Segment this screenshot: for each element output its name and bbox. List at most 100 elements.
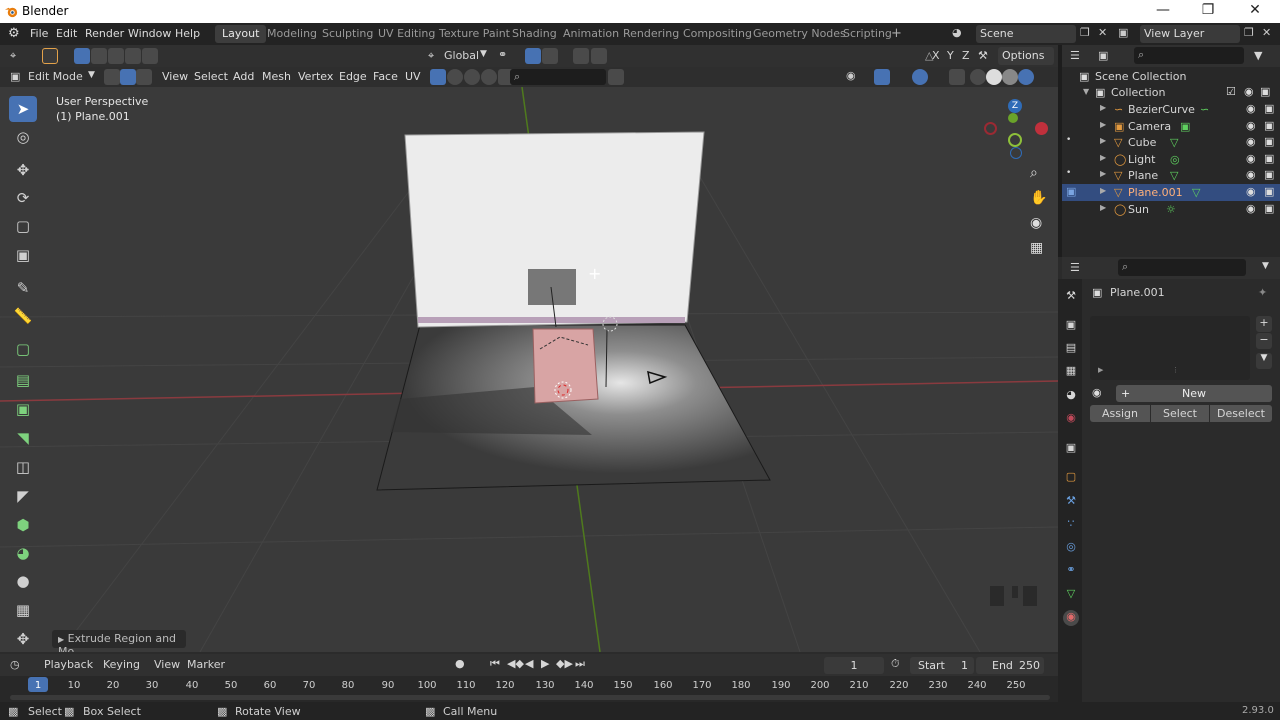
scene-field[interactable]: Scene [976,25,1076,43]
menu-view[interactable]: View [162,70,188,83]
select-tool-icon[interactable] [42,48,58,64]
proportional-edit-icon[interactable] [573,48,589,64]
next-keyframe-icon[interactable]: ◆▶ [556,657,573,670]
extrude-tool-icon[interactable]: ▤ [9,367,37,393]
cursor-tool-icon[interactable]: ◎ [9,124,37,150]
gizmo-z-axis[interactable]: Z [1008,99,1022,113]
outliner-row[interactable]: ▶ ◯ Sun ☼ ◉ ▣ [1062,201,1280,218]
xray-toggle-icon[interactable] [949,69,965,85]
tool-tab-icon[interactable]: ⚒ [1063,289,1079,305]
menu-playback[interactable]: Playback [44,658,93,671]
render-camera-icon[interactable]: ▣ [1264,152,1274,165]
outliner-search-input[interactable]: ⌕ [1134,47,1244,64]
eye-icon[interactable]: ◉ [1246,168,1256,181]
expand-icon[interactable]: ▶ [1100,120,1106,129]
expand-icon[interactable]: ▶ [1100,103,1106,112]
chevron-down-icon[interactable]: ▼ [1256,353,1272,369]
mirror-z-toggle[interactable]: Z [962,49,970,62]
play-icon[interactable]: ▶ [541,657,549,670]
snap-icon[interactable] [525,48,541,64]
remove-slot-button[interactable]: − [1256,333,1272,349]
pivot-point-icon[interactable]: ⚭ [498,48,507,61]
menu-timeline-view[interactable]: View [154,658,180,671]
blender-menu-icon[interactable]: ⚙ [8,26,20,41]
new-material-button[interactable]: + New [1116,385,1272,402]
material-slot-list[interactable]: ▶ ⋮ [1090,316,1250,380]
annotate-tool-icon[interactable]: ✎ [9,275,37,301]
jump-end-icon[interactable]: ⏭ [575,657,585,671]
tab-shading[interactable]: Shading [505,25,564,43]
poly-build-tool-icon[interactable]: ⬢ [9,512,37,538]
add-workspace-button[interactable]: + [891,26,902,41]
uv-sync-icon[interactable] [430,69,446,85]
end-frame-field[interactable]: End 250 [976,657,1044,674]
proportional-falloff-icon[interactable] [591,48,607,64]
menu-select[interactable]: Select [194,70,228,83]
object-tab-icon[interactable]: ▢ [1063,470,1079,486]
scene-copy-icon[interactable]: ❐ [1080,26,1090,39]
start-frame-field[interactable]: Start 1 [910,657,974,674]
menu-file[interactable]: File [30,27,48,40]
deselect-button[interactable]: Deselect [1210,405,1272,422]
transform-orientation-dropdown[interactable]: Global [444,49,479,62]
expand-icon[interactable]: ▶ [1100,153,1106,162]
outliner-editor-type-icon[interactable]: ☰ [1070,49,1080,62]
data-tab-icon[interactable]: ▽ [1063,587,1079,603]
bevel-tool-icon[interactable]: ◥ [9,425,37,451]
menu-render[interactable]: Render [85,27,124,40]
view-layer-icon[interactable]: ▣ [1118,26,1128,39]
expand-icon[interactable]: ▶ [1100,169,1106,178]
close-icon[interactable]: ✕ [1242,2,1268,20]
render-camera-icon[interactable]: ▣ [1264,185,1274,198]
stopwatch-icon[interactable]: ⏱ [891,657,900,671]
collection-checkbox-icon[interactable]: ☑ [1226,85,1236,98]
render-camera-icon[interactable]: ▣ [1260,85,1270,98]
move-tool-icon[interactable]: ✥ [9,157,37,183]
list-resize-handle-icon[interactable]: ⋮ [1172,366,1179,374]
jump-start-icon[interactable]: ⏮ [490,657,500,671]
view-layer-field[interactable]: View Layer [1140,25,1240,43]
navigation-gizmo[interactable]: Z [980,97,1048,163]
pan-hand-icon[interactable]: ✋ [1030,190,1047,206]
world-icon[interactable] [464,69,480,85]
render-camera-icon[interactable]: ▣ [1264,119,1274,132]
gizmo-y-axis[interactable] [1008,113,1018,123]
eye-icon[interactable]: ◉ [1244,85,1254,98]
rendered-shading-icon[interactable] [1018,69,1034,85]
eye-icon[interactable]: ◉ [1246,102,1256,115]
view-layer-tab-icon[interactable]: ▦ [1063,364,1079,380]
mirror-x-toggle[interactable]: X [932,49,940,62]
mode-dropdown[interactable]: Edit Mode [28,70,83,83]
visibility-icon[interactable]: ◉ [846,69,856,82]
overlay-toggle-icon[interactable] [912,69,928,85]
gizmo-neg-y-axis[interactable] [1008,133,1022,147]
record-icon[interactable]: ● [455,657,465,670]
render-camera-icon[interactable]: ▣ [1264,168,1274,181]
menu-edge[interactable]: Edge [339,70,367,83]
spin-tool-icon[interactable]: ◕ [9,540,37,566]
outliner-row[interactable]: ▶ ▣ Camera ▣ ◉ ▣ [1062,118,1280,135]
select-mode-extend-icon[interactable] [91,48,107,64]
render-camera-icon[interactable]: ▣ [1264,202,1274,215]
menu-keying[interactable]: Keying [103,658,140,671]
gizmo-neg-z-axis[interactable] [1010,147,1022,159]
expand-icon[interactable]: ▶ [1100,203,1106,212]
solid-shading-icon[interactable] [986,69,1002,85]
camera-view-icon[interactable]: ◉ [1030,215,1042,231]
3d-viewport[interactable]: + User Perspective (1) Plane.001 Z ⌕ ✋ ◉… [0,87,1058,652]
smooth-tool-icon[interactable]: ● [9,568,37,594]
world-tab-icon[interactable]: ◉ [1063,411,1079,427]
render-camera-icon[interactable]: ▣ [1264,102,1274,115]
tab-layout[interactable]: Layout [215,25,267,43]
maximize-icon[interactable]: ❐ [1195,2,1221,20]
menu-marker[interactable]: Marker [187,658,225,671]
eye-icon[interactable]: ◉ [1246,202,1256,215]
scene-icon[interactable]: ◕ [952,26,962,39]
outliner-row[interactable]: ▶ ◯ Light ◎ ◉ ▣ [1062,151,1280,168]
gizmo-neg-x-axis[interactable] [984,122,997,135]
face-select-icon[interactable] [136,69,152,85]
area-divider[interactable] [1058,45,1062,257]
properties-search-input[interactable]: ⌕ [1118,259,1246,276]
add-slot-button[interactable]: + [1256,316,1272,332]
select-mode-subtract-icon[interactable] [108,48,124,64]
